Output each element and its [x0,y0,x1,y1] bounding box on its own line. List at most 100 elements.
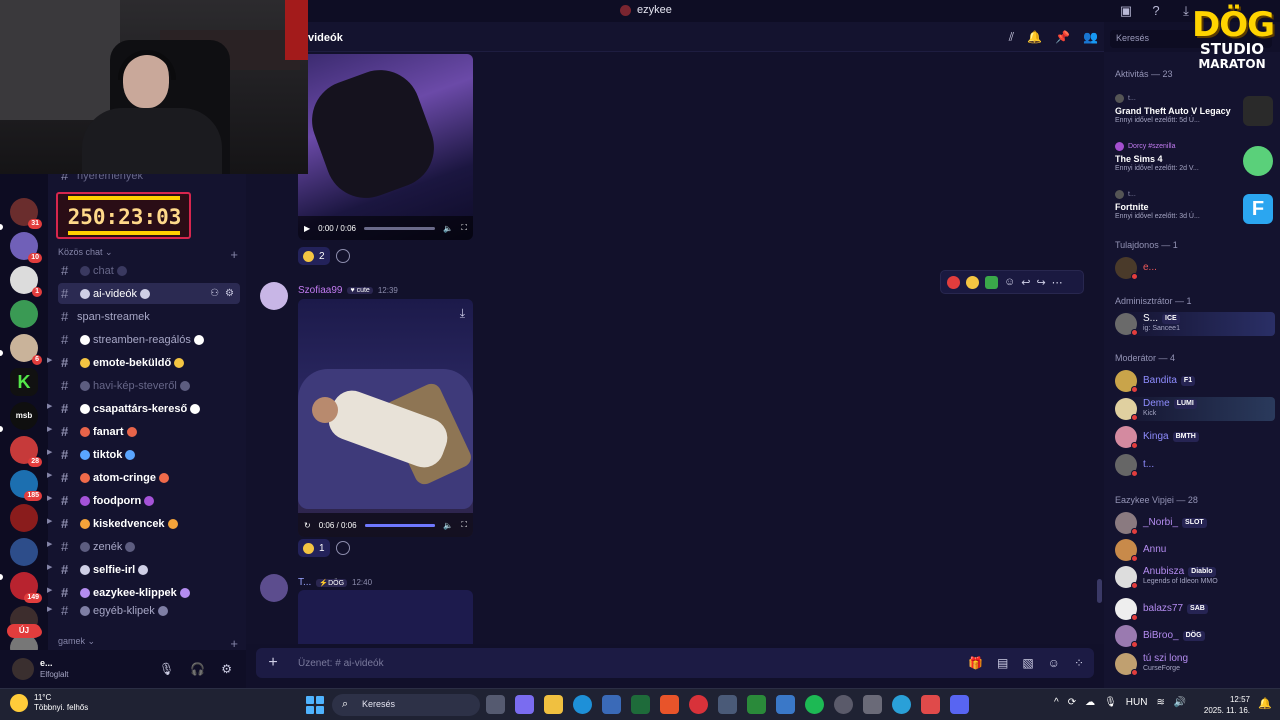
video-attachment[interactable]: ⤓ ↻ 0:06 / 0:06 🔈 ⛶ [298,299,473,537]
bell-icon[interactable]: 🔔 [1027,30,1042,45]
category-header[interactable]: gamek ⌄ + [58,636,238,651]
activity-card[interactable]: Dorcy #szenilla The Sims 4 Ennyi idővel … [1115,142,1273,176]
expand-arrow-icon[interactable]: ▶ [47,605,52,613]
expand-arrow-icon[interactable]: ▶ [47,586,52,594]
channel-item[interactable]: # atom-cringe [58,467,240,488]
channel-item-active[interactable]: # ai-videók ⚇ ⚙ [58,283,240,304]
help-icon[interactable]: ? [1148,3,1164,19]
expand-arrow-icon[interactable]: ▶ [47,425,52,433]
sticker-icon[interactable]: ▧ [1022,656,1033,670]
fullscreen-icon[interactable]: ⛶ [461,223,467,233]
video-progress[interactable] [364,523,436,527]
gif-icon[interactable]: ▤ [997,656,1008,670]
copilot-icon[interactable] [515,695,534,714]
download-icon[interactable]: ⤓ [460,306,465,321]
author-name[interactable]: T... [298,577,311,588]
expand-arrow-icon[interactable]: ▶ [47,356,52,364]
emoji-icon[interactable]: ☺ [1048,656,1060,670]
notification-bell-icon[interactable]: 🔔 [1258,697,1272,710]
calculator-icon[interactable] [863,695,882,714]
member-item[interactable]: e... [1115,256,1275,280]
expand-arrow-icon[interactable]: ▶ [47,540,52,548]
video-attachment[interactable] [298,590,473,644]
channel-item[interactable]: # streamben-reagálós [58,329,240,350]
server-icon[interactable]: 1 [10,266,42,297]
check-reaction-icon[interactable] [985,275,998,289]
member-item[interactable]: Kinga BMTH [1115,425,1275,449]
gift-icon[interactable]: 🎁 [968,656,983,670]
pin-icon[interactable]: 📌 [1055,30,1070,45]
reaction-chip[interactable]: 1 [298,539,330,557]
xbox-icon[interactable] [747,695,766,714]
reaction-chip[interactable]: 2 [298,247,330,265]
replay-icon[interactable]: ↻ [304,521,311,530]
kick-server-icon[interactable]: K [10,368,38,396]
inbox-icon[interactable]: ▣ [1118,3,1134,19]
gear-icon[interactable]: ⚙ [221,662,232,676]
chevron-up-icon[interactable]: ^ [1054,697,1059,708]
reply-icon[interactable]: ↩ [1021,276,1030,289]
msb-server-icon[interactable]: msb [10,402,38,430]
heart-reaction-icon[interactable] [947,275,960,289]
threads-icon[interactable]: ⫽ [1009,30,1014,45]
wifi-icon[interactable]: ≋ [1156,697,1164,708]
avatar[interactable] [260,574,288,602]
more-icon[interactable]: ⋯ [1052,276,1063,289]
taskbar-search[interactable]: ⌕ Keresés [332,694,480,716]
volume-icon[interactable]: 🔊 [1174,697,1186,708]
channel-item[interactable]: # tiktok [58,444,240,465]
activity-card[interactable]: t... Fortnite Ennyi idővel ezelőtt: 3d Ú… [1115,190,1273,224]
microphone-icon[interactable]: 🎙 [1104,697,1117,708]
member-item[interactable]: S... ICE ig: Sancee1 [1115,312,1275,336]
expand-arrow-icon[interactable]: ▶ [47,494,52,502]
expand-arrow-icon[interactable]: ▶ [47,471,52,479]
headphones-icon[interactable]: 🎧 [190,662,205,676]
expand-arrow-icon[interactable]: ▶ [47,563,52,571]
gear-icon[interactable]: ⚙ [225,288,234,299]
channel-item[interactable]: # chat [58,260,240,281]
server-icon[interactable]: 149 [10,572,42,603]
volume-icon[interactable]: 🔈 [443,521,453,530]
channel-item[interactable]: # emote-beküldő [58,352,240,373]
brave-icon[interactable] [660,695,679,714]
avatar[interactable] [12,658,34,680]
server-icon[interactable]: 10 [10,232,42,263]
member-item[interactable]: Bandita F1 [1115,369,1275,393]
excel-icon[interactable] [631,695,650,714]
play-icon[interactable]: ▶ [304,224,310,233]
video-attachment[interactable]: ▶ 0:00 / 0:06 🔈 ⛶ [298,54,473,240]
expand-arrow-icon[interactable]: ▶ [47,448,52,456]
member-item[interactable]: Annu [1115,538,1275,562]
fullscreen-icon[interactable]: ⛶ [461,520,467,530]
channel-item[interactable]: # foodporn [58,490,240,511]
channel-item[interactable]: # havi-kép-steveről [58,375,240,396]
laugh-reaction-icon[interactable] [966,275,979,289]
forward-icon[interactable]: ↪ [1036,276,1045,289]
microphone-icon[interactable]: 🎙 [159,662,174,676]
user-info[interactable]: e... Elfoglalt [40,658,68,680]
server-icon[interactable]: 28 [10,436,42,467]
members-icon[interactable]: 👥 [1083,30,1098,45]
channel-item[interactable]: # zenék [58,536,240,557]
server-icon[interactable] [10,504,38,532]
video-progress[interactable] [363,226,436,230]
volume-icon[interactable]: 🔈 [443,224,453,233]
member-item[interactable]: t... [1115,453,1275,477]
member-item[interactable]: Deme LUMI Kick [1115,397,1275,421]
member-item[interactable]: _Norbi_ SLOT [1115,511,1275,535]
server-icon[interactable] [10,538,38,566]
edge-icon[interactable] [573,695,592,714]
add-reaction-icon[interactable]: ☺ [1004,276,1015,288]
new-messages-badge[interactable]: ÚJ [7,624,41,638]
obs-icon[interactable] [834,695,853,714]
server-icon[interactable]: 185 [10,470,42,501]
channel-item[interactable]: # selfie-irl [58,559,240,580]
attach-plus-icon[interactable]: + [256,654,290,672]
channel-item[interactable]: # csapattárs-kereső [58,398,240,419]
member-item[interactable]: Anubisza Diablo Legends of Idleon MMO [1115,565,1275,589]
member-item[interactable]: balazs77 SAB [1115,597,1275,621]
scrollbar-thumb[interactable] [1097,579,1102,603]
settings-icon[interactable] [718,695,737,714]
add-reaction-icon[interactable] [335,249,350,263]
spotify-icon[interactable] [805,695,824,714]
